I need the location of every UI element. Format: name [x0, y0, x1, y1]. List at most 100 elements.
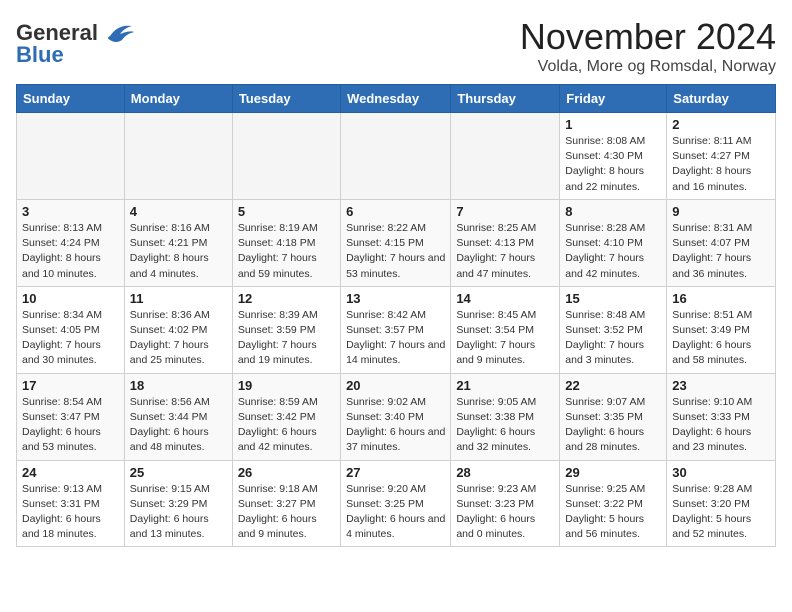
day-info: Sunrise: 8:25 AMSunset: 4:13 PMDaylight:…	[456, 221, 554, 282]
day-number: 30	[672, 465, 770, 480]
page-header: General Blue November 2024 Volda, More o…	[16, 16, 776, 76]
day-number: 19	[238, 378, 335, 393]
location-subtitle: Volda, More og Romsdal, Norway	[520, 58, 776, 76]
day-info: Sunrise: 9:15 AMSunset: 3:29 PMDaylight:…	[130, 482, 227, 543]
day-number: 5	[238, 204, 335, 219]
day-number: 20	[346, 378, 445, 393]
calendar-cell-11: 11Sunrise: 8:36 AMSunset: 4:02 PMDayligh…	[124, 286, 232, 373]
month-title: November 2024	[520, 16, 776, 58]
logo-bird-icon	[102, 22, 134, 44]
day-number: 23	[672, 378, 770, 393]
day-number: 17	[22, 378, 119, 393]
day-number: 7	[456, 204, 554, 219]
calendar-cell-7: 7 Sunrise: 8:25 AMSunset: 4:13 PMDaylight…	[451, 199, 560, 286]
calendar-cell-19: 19 Sunrise: 8:59 AMSunset: 3:42 PMDayligh…	[232, 373, 340, 460]
day-info: Sunrise: 8:22 AMSunset: 4:15 PMDaylight:…	[346, 221, 445, 282]
day-info: Sunrise: 9:28 AMSunset: 3:20 PMDaylight:…	[672, 482, 770, 543]
calendar-cell-3: 3Sunrise: 8:13 AMSunset: 4:24 PMDaylight…	[17, 199, 125, 286]
day-number: 29	[565, 465, 661, 480]
day-number: 16	[672, 291, 770, 306]
day-number: 2	[672, 117, 770, 132]
calendar-cell-26: 26Sunrise: 9:18 AMSunset: 3:27 PMDayligh…	[232, 460, 340, 547]
calendar-cell-empty	[124, 113, 232, 200]
day-info: Sunrise: 9:20 AMSunset: 3:25 PMDaylight:…	[346, 482, 445, 543]
calendar-cell-13: 13 Sunrise: 8:42 AMSunset: 3:57 PMDayligh…	[341, 286, 451, 373]
calendar-cell-23: 23 Sunrise: 9:10 AMSunset: 3:33 PMDayligh…	[667, 373, 776, 460]
column-header-wednesday: Wednesday	[341, 85, 451, 113]
day-number: 24	[22, 465, 119, 480]
calendar-cell-empty	[451, 113, 560, 200]
calendar-cell-25: 25 Sunrise: 9:15 AMSunset: 3:29 PMDayligh…	[124, 460, 232, 547]
column-header-thursday: Thursday	[451, 85, 560, 113]
day-info: Sunrise: 8:19 AMSunset: 4:18 PMDaylight:…	[238, 221, 335, 282]
day-info: Sunrise: 8:08 AMSunset: 4:30 PMDaylight:…	[565, 134, 661, 195]
calendar-cell-30: 30 Sunrise: 9:28 AMSunset: 3:20 PMDayligh…	[667, 460, 776, 547]
day-number: 14	[456, 291, 554, 306]
day-info: Sunrise: 9:05 AMSunset: 3:38 PMDaylight:…	[456, 395, 554, 456]
day-number: 13	[346, 291, 445, 306]
column-header-tuesday: Tuesday	[232, 85, 340, 113]
week-row-1: 1 Sunrise: 8:08 AMSunset: 4:30 PMDaylight…	[17, 113, 776, 200]
day-number: 25	[130, 465, 227, 480]
day-info: Sunrise: 8:51 AMSunset: 3:49 PMDaylight:…	[672, 308, 770, 369]
day-number: 12	[238, 291, 335, 306]
day-number: 1	[565, 117, 661, 132]
day-number: 15	[565, 291, 661, 306]
column-header-sunday: Sunday	[17, 85, 125, 113]
day-number: 10	[22, 291, 119, 306]
column-header-monday: Monday	[124, 85, 232, 113]
week-row-4: 17 Sunrise: 8:54 AMSunset: 3:47 PMDayligh…	[17, 373, 776, 460]
calendar-cell-22: 22 Sunrise: 9:07 AMSunset: 3:35 PMDayligh…	[560, 373, 667, 460]
calendar-cell-1: 1 Sunrise: 8:08 AMSunset: 4:30 PMDaylight…	[560, 113, 667, 200]
calendar-cell-12: 12 Sunrise: 8:39 AMSunset: 3:59 PMDayligh…	[232, 286, 340, 373]
day-info: Sunrise: 9:13 AMSunset: 3:31 PMDaylight:…	[22, 482, 119, 543]
day-info: Sunrise: 9:02 AMSunset: 3:40 PMDaylight:…	[346, 395, 445, 456]
day-number: 8	[565, 204, 661, 219]
day-info: Sunrise: 8:34 AMSunset: 4:05 PMDaylight:…	[22, 308, 119, 369]
calendar-cell-4: 4 Sunrise: 8:16 AMSunset: 4:21 PMDaylight…	[124, 199, 232, 286]
week-row-5: 24 Sunrise: 9:13 AMSunset: 3:31 PMDayligh…	[17, 460, 776, 547]
day-info: Sunrise: 8:39 AMSunset: 3:59 PMDaylight:…	[238, 308, 335, 369]
calendar-cell-28: 28Sunrise: 9:23 AMSunset: 3:23 PMDayligh…	[451, 460, 560, 547]
day-info: Sunrise: 9:25 AMSunset: 3:22 PMDaylight:…	[565, 482, 661, 543]
day-number: 22	[565, 378, 661, 393]
title-area: November 2024 Volda, More og Romsdal, No…	[520, 16, 776, 76]
calendar-cell-6: 6Sunrise: 8:22 AMSunset: 4:15 PMDaylight…	[341, 199, 451, 286]
calendar-cell-16: 16 Sunrise: 8:51 AMSunset: 3:49 PMDayligh…	[667, 286, 776, 373]
day-info: Sunrise: 8:11 AMSunset: 4:27 PMDaylight:…	[672, 134, 770, 195]
calendar-cell-17: 17 Sunrise: 8:54 AMSunset: 3:47 PMDayligh…	[17, 373, 125, 460]
day-number: 9	[672, 204, 770, 219]
calendar-cell-18: 18Sunrise: 8:56 AMSunset: 3:44 PMDayligh…	[124, 373, 232, 460]
day-info: Sunrise: 9:07 AMSunset: 3:35 PMDaylight:…	[565, 395, 661, 456]
calendar-header-row: SundayMondayTuesdayWednesdayThursdayFrid…	[17, 85, 776, 113]
calendar-cell-8: 8 Sunrise: 8:28 AMSunset: 4:10 PMDaylight…	[560, 199, 667, 286]
day-info: Sunrise: 8:59 AMSunset: 3:42 PMDaylight:…	[238, 395, 335, 456]
calendar-cell-empty	[341, 113, 451, 200]
calendar-cell-9: 9 Sunrise: 8:31 AMSunset: 4:07 PMDaylight…	[667, 199, 776, 286]
column-header-saturday: Saturday	[667, 85, 776, 113]
calendar-cell-5: 5 Sunrise: 8:19 AMSunset: 4:18 PMDaylight…	[232, 199, 340, 286]
calendar-cell-2: 2 Sunrise: 8:11 AMSunset: 4:27 PMDaylight…	[667, 113, 776, 200]
day-number: 28	[456, 465, 554, 480]
week-row-2: 3Sunrise: 8:13 AMSunset: 4:24 PMDaylight…	[17, 199, 776, 286]
calendar-cell-27: 27 Sunrise: 9:20 AMSunset: 3:25 PMDayligh…	[341, 460, 451, 547]
day-info: Sunrise: 8:36 AMSunset: 4:02 PMDaylight:…	[130, 308, 227, 369]
day-info: Sunrise: 8:28 AMSunset: 4:10 PMDaylight:…	[565, 221, 661, 282]
day-number: 27	[346, 465, 445, 480]
day-info: Sunrise: 8:31 AMSunset: 4:07 PMDaylight:…	[672, 221, 770, 282]
calendar-cell-empty	[17, 113, 125, 200]
logo-blue-text: Blue	[16, 42, 64, 68]
day-info: Sunrise: 9:10 AMSunset: 3:33 PMDaylight:…	[672, 395, 770, 456]
day-info: Sunrise: 8:13 AMSunset: 4:24 PMDaylight:…	[22, 221, 119, 282]
calendar-cell-21: 21Sunrise: 9:05 AMSunset: 3:38 PMDayligh…	[451, 373, 560, 460]
day-info: Sunrise: 8:48 AMSunset: 3:52 PMDaylight:…	[565, 308, 661, 369]
day-info: Sunrise: 8:54 AMSunset: 3:47 PMDaylight:…	[22, 395, 119, 456]
day-number: 4	[130, 204, 227, 219]
day-info: Sunrise: 8:45 AMSunset: 3:54 PMDaylight:…	[456, 308, 554, 369]
day-info: Sunrise: 8:42 AMSunset: 3:57 PMDaylight:…	[346, 308, 445, 369]
calendar-cell-14: 14 Sunrise: 8:45 AMSunset: 3:54 PMDayligh…	[451, 286, 560, 373]
calendar-cell-15: 15 Sunrise: 8:48 AMSunset: 3:52 PMDayligh…	[560, 286, 667, 373]
day-number: 26	[238, 465, 335, 480]
day-info: Sunrise: 8:16 AMSunset: 4:21 PMDaylight:…	[130, 221, 227, 282]
calendar-cell-29: 29 Sunrise: 9:25 AMSunset: 3:22 PMDayligh…	[560, 460, 667, 547]
